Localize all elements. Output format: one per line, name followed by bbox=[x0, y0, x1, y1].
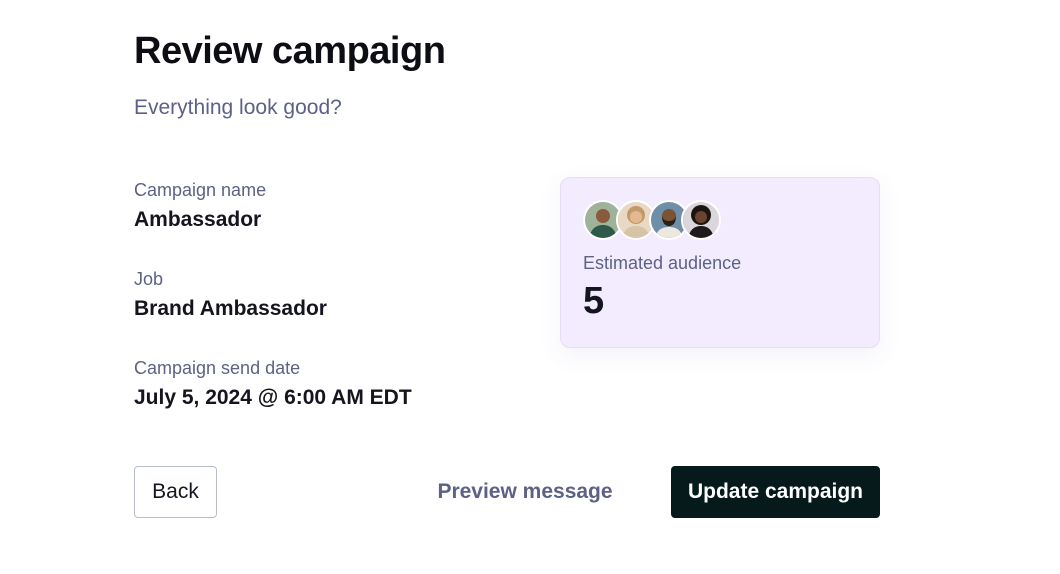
back-button[interactable]: Back bbox=[134, 466, 217, 518]
review-campaign-page: Review campaign Everything look good? Ca… bbox=[0, 0, 1060, 574]
estimated-audience-label: Estimated audience bbox=[583, 253, 742, 273]
job-value: Brand Ambassador bbox=[134, 297, 327, 320]
campaign-name-value: Ambassador bbox=[134, 208, 262, 231]
campaign-name-label: Campaign name bbox=[134, 180, 267, 200]
avatar bbox=[681, 200, 721, 240]
send-date-field: Campaign send date July 5, 2024 @ 6:00 A… bbox=[134, 357, 412, 411]
send-date-value: July 5, 2024 @ 6:00 AM EDT bbox=[134, 386, 412, 409]
estimated-audience-card: Estimated audience 5 bbox=[560, 177, 880, 348]
update-campaign-button[interactable]: Update campaign bbox=[671, 466, 880, 518]
job-label: Job bbox=[134, 269, 164, 289]
page-title: Review campaign bbox=[134, 30, 446, 72]
job-field: Job Brand Ambassador bbox=[134, 268, 327, 322]
preview-message-button[interactable]: Preview message bbox=[420, 466, 630, 518]
page-subtitle: Everything look good? bbox=[134, 96, 342, 119]
estimated-audience-count: 5 bbox=[583, 280, 605, 322]
send-date-label: Campaign send date bbox=[134, 358, 301, 378]
campaign-name-field: Campaign name Ambassador bbox=[134, 179, 266, 233]
